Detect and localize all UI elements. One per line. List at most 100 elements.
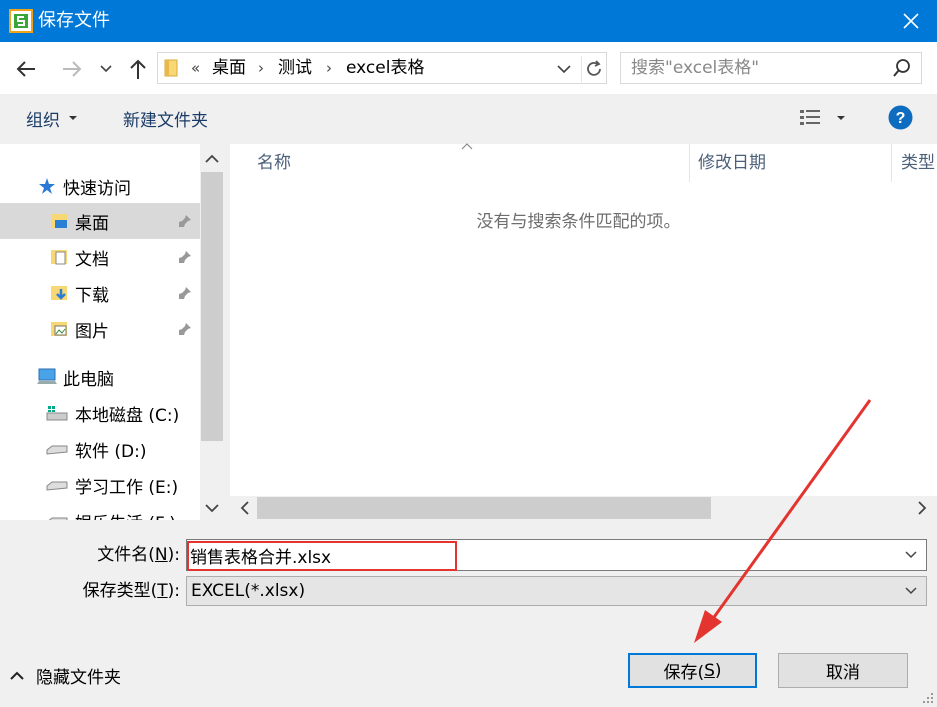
- filename-label: 文件名(N):: [97, 545, 180, 565]
- chevron-down-icon: [557, 64, 571, 73]
- annotation-highlight-box: [187, 541, 457, 571]
- sidebar-item-label: 学习工作 (E:): [75, 477, 179, 498]
- scrollbar-thumb[interactable]: [257, 497, 711, 519]
- new-folder-button[interactable]: 新建文件夹: [114, 104, 224, 132]
- sidebar-item-desktop[interactable]: 桌面: [0, 203, 200, 239]
- cancel-button[interactable]: 取消: [778, 653, 908, 688]
- sidebar-item-pictures[interactable]: 图片: [0, 311, 200, 347]
- svg-text:?: ?: [896, 110, 906, 127]
- app-logo-icon: [9, 9, 33, 33]
- pin-icon[interactable]: [178, 250, 192, 264]
- pin-icon[interactable]: [178, 286, 192, 300]
- arrow-left-icon: [16, 61, 35, 77]
- drive-icon: [46, 481, 68, 491]
- hide-folders-label: 隐藏文件夹: [36, 667, 121, 688]
- sidebar-item-label: 本地磁盘 (C:): [75, 405, 180, 426]
- help-icon: ?: [888, 105, 913, 130]
- scroll-right-button[interactable]: [910, 496, 934, 520]
- filetype-value: EXCEL(*.xlsx): [191, 581, 306, 601]
- scroll-up-button[interactable]: [200, 144, 224, 172]
- sidebar-item-downloads[interactable]: 下载: [0, 275, 200, 311]
- empty-state-message: 没有与搜索条件匹配的项。: [476, 212, 681, 232]
- file-list[interactable]: [230, 144, 937, 520]
- view-options-button[interactable]: [798, 104, 858, 132]
- breadcrumb-separator-icon[interactable]: ›: [326, 58, 332, 78]
- title-bar: [0, 0, 937, 42]
- arrow-right-icon: [63, 61, 82, 77]
- filetype-label: 保存类型(T):: [82, 581, 180, 601]
- close-icon: [903, 13, 919, 29]
- forward-button[interactable]: [56, 56, 88, 82]
- column-divider[interactable]: [689, 144, 690, 182]
- sidebar-item-label: 此电脑: [63, 369, 114, 390]
- search-icon[interactable]: [892, 58, 912, 78]
- chevron-down-icon[interactable]: [902, 546, 920, 564]
- scrollbar-thumb[interactable]: [201, 172, 223, 441]
- recent-locations-button[interactable]: [96, 56, 116, 82]
- sidebar-item-label: 文档: [75, 249, 109, 270]
- sidebar-item-drive-e[interactable]: 学习工作 (E:): [0, 467, 200, 503]
- breadcrumb-excel[interactable]: excel表格: [346, 58, 424, 78]
- hide-folders-toggle[interactable]: 隐藏文件夹: [10, 663, 121, 688]
- chevron-up-icon: [10, 671, 24, 680]
- resize-grip-icon[interactable]: [920, 690, 934, 704]
- breadcrumb-separator-icon[interactable]: ›: [258, 58, 264, 78]
- sidebar-item-label: 图片: [75, 321, 109, 342]
- sidebar-item-label: 下载: [75, 285, 109, 306]
- close-button[interactable]: [885, 0, 937, 42]
- chevron-down-icon: [905, 587, 917, 595]
- sidebar-item-documents[interactable]: 文档: [0, 239, 200, 275]
- address-overflow-icon[interactable]: «: [191, 58, 200, 78]
- column-header-date[interactable]: 修改日期: [698, 152, 766, 174]
- sidebar-item-drive-c[interactable]: 本地磁盘 (C:): [0, 395, 200, 431]
- sort-ascending-icon: [461, 143, 473, 150]
- address-dropdown-button[interactable]: [552, 56, 576, 82]
- column-divider[interactable]: [891, 144, 892, 182]
- window-title: 保存文件: [38, 10, 110, 31]
- pin-icon[interactable]: [178, 214, 192, 228]
- pin-icon[interactable]: [178, 322, 192, 336]
- save-button[interactable]: 保存(S): [628, 653, 757, 688]
- sidebar-item-label: 娱乐生活 (F:): [75, 509, 176, 521]
- navigation-pane: 快速访问 桌面 文档 下载 图片 此电脑 本地磁盘 (C:) 软件 (D:) 学…: [0, 144, 224, 520]
- new-folder-label: 新建文件夹: [123, 110, 208, 131]
- refresh-icon: [587, 60, 601, 76]
- chevron-up-icon: [205, 154, 219, 163]
- desktop-folder-icon: [51, 214, 67, 228]
- chevron-down-icon: [205, 503, 219, 512]
- refresh-button[interactable]: [581, 56, 606, 82]
- scroll-left-button[interactable]: [232, 496, 256, 520]
- computer-icon: [37, 368, 57, 384]
- filetype-select[interactable]: EXCEL(*.xlsx): [186, 576, 927, 606]
- back-button[interactable]: [10, 56, 42, 82]
- organize-label: 组织: [26, 110, 60, 131]
- scroll-down-button[interactable]: [200, 494, 224, 522]
- sidebar-item-quick-access[interactable]: 快速访问: [0, 168, 200, 204]
- help-button[interactable]: ?: [888, 105, 913, 130]
- up-folder-button[interactable]: [124, 56, 152, 82]
- downloads-folder-icon: [51, 286, 67, 300]
- breadcrumb-test[interactable]: 测试: [278, 58, 312, 78]
- sidebar-item-label: 软件 (D:): [75, 441, 147, 462]
- caret-down-icon: [837, 116, 845, 120]
- sidebar-item-drive-d[interactable]: 软件 (D:): [0, 431, 200, 467]
- sidebar-item-label: 桌面: [75, 213, 109, 234]
- column-header-name[interactable]: 名称: [257, 152, 291, 174]
- drive-icon: [48, 517, 68, 520]
- windows-drive-icon: [46, 406, 68, 421]
- pictures-folder-icon: [51, 322, 67, 336]
- arrow-up-icon: [130, 59, 146, 79]
- caret-down-icon: [69, 116, 77, 120]
- breadcrumb-desktop[interactable]: 桌面: [212, 58, 246, 78]
- chevron-down-icon: [100, 65, 112, 73]
- details-view-icon: [800, 110, 820, 125]
- sidebar-item-drive-f[interactable]: 娱乐生活 (F:): [0, 503, 200, 520]
- sidebar-item-this-pc[interactable]: 此电脑: [0, 359, 200, 395]
- chevron-left-icon: [240, 501, 249, 515]
- column-header-type[interactable]: 类型: [901, 152, 937, 174]
- organize-button[interactable]: 组织: [14, 104, 88, 132]
- star-icon: [39, 178, 55, 194]
- documents-folder-icon: [51, 250, 67, 265]
- search-input[interactable]: 搜索"excel表格": [631, 58, 759, 78]
- folder-icon: [163, 58, 179, 78]
